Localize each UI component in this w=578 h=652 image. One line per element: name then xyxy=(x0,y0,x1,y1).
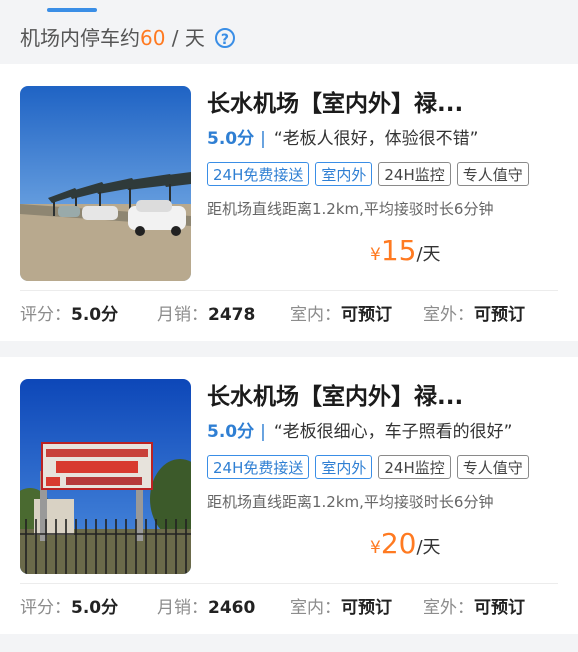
stat-indoor: 室内：可预订 xyxy=(290,300,392,330)
distance-info: 距机场直线距离1.2km,平均接驳时长6分钟 xyxy=(207,200,494,218)
divider xyxy=(20,583,558,584)
summary-amount: 60 xyxy=(140,26,166,50)
parking-listing-card[interactable]: 长水机场【室内外】禄... 5.0分 | “老板很细心，车子照看的很好” 24H免费… xyxy=(0,357,578,634)
rating-row: 5.0分 | “老板很细心，车子照看的很好” xyxy=(207,419,512,445)
stat-rating: 评分：5.0分 xyxy=(20,300,118,330)
summary-suffix: / 天 xyxy=(165,26,205,50)
stat-label: 室外： xyxy=(423,305,474,325)
stat-value: 5.0分 xyxy=(71,305,119,325)
stats-row: 评分：5.0分 月销：2478 室内：可预订 室外：可预订 xyxy=(20,300,558,330)
tag-free-shuttle: 24H免费接送 xyxy=(207,455,310,479)
stat-label: 评分： xyxy=(20,598,71,618)
stat-value: 可预订 xyxy=(341,305,392,325)
stat-monthly-sales: 月销：2478 xyxy=(157,300,255,330)
stat-label: 室外： xyxy=(423,598,474,618)
rating-row: 5.0分 | “老板人很好，体验很不错” xyxy=(207,126,478,152)
tag-attendant: 专人值守 xyxy=(456,455,529,479)
rating-score: 5.0分 xyxy=(207,422,255,442)
divider xyxy=(20,290,558,291)
rating-separator: | xyxy=(260,422,266,442)
tag-indoor-outdoor: 室内外 xyxy=(315,455,373,479)
stat-label: 室内： xyxy=(290,305,341,325)
rating-separator: | xyxy=(260,129,266,149)
rating-score: 5.0分 xyxy=(207,129,255,149)
price: ¥15/天 xyxy=(370,233,441,273)
stat-label: 室内： xyxy=(290,598,341,618)
price-amount: 15 xyxy=(380,234,417,267)
stat-rating: 评分：5.0分 xyxy=(20,593,118,623)
review-snippet: “老板很细心，车子照看的很好” xyxy=(273,422,513,442)
stats-row: 评分：5.0分 月销：2460 室内：可预订 室外：可预订 xyxy=(20,593,558,623)
feature-tags: 24H免费接送 室内外 24H监控 专人值守 xyxy=(207,455,529,479)
tag-free-shuttle: 24H免费接送 xyxy=(207,162,310,186)
review-snippet: “老板人很好，体验很不错” xyxy=(273,129,479,149)
top-bar: 机场内停车约60 / 天? xyxy=(0,0,578,64)
tag-attendant: 专人值守 xyxy=(456,162,529,186)
parking-price-summary: 机场内停车约60 / 天? xyxy=(20,24,235,52)
listing-photo[interactable] xyxy=(20,379,191,574)
stat-value: 2478 xyxy=(208,305,256,325)
listing-photo[interactable] xyxy=(20,86,191,281)
stat-indoor: 室内：可预订 xyxy=(290,593,392,623)
stat-outdoor: 室外：可预订 xyxy=(423,300,525,330)
stat-outdoor: 室外：可预订 xyxy=(423,593,525,623)
price-unit: /天 xyxy=(416,537,441,558)
info-icon[interactable]: ? xyxy=(214,28,235,48)
tag-monitoring: 24H监控 xyxy=(378,162,451,186)
feature-tags: 24H免费接送 室内外 24H监控 专人值守 xyxy=(207,162,529,186)
price: ¥20/天 xyxy=(370,526,441,566)
listing-title[interactable]: 长水机场【室内外】禄... xyxy=(207,88,567,120)
stat-label: 月销： xyxy=(157,305,208,325)
active-tab-indicator xyxy=(47,8,97,12)
stat-value: 2460 xyxy=(208,598,256,618)
listing-title[interactable]: 长水机场【室内外】禄... xyxy=(207,381,567,413)
distance-info: 距机场直线距离1.2km,平均接驳时长6分钟 xyxy=(207,493,494,511)
currency-symbol: ¥ xyxy=(370,245,381,265)
tag-indoor-outdoor: 室内外 xyxy=(315,162,373,186)
parking-listing-card[interactable]: 长水机场【室内外】禄... 5.0分 | “老板人很好，体验很不错” 24H免费接送… xyxy=(0,64,578,341)
price-unit: /天 xyxy=(416,244,441,265)
price-amount: 20 xyxy=(380,527,417,560)
stat-monthly-sales: 月销：2460 xyxy=(157,593,255,623)
stat-value: 可预订 xyxy=(474,598,525,618)
stat-value: 可预订 xyxy=(474,305,525,325)
stat-label: 评分： xyxy=(20,305,71,325)
stat-value: 可预订 xyxy=(341,598,392,618)
stat-label: 月销： xyxy=(157,598,208,618)
summary-prefix: 机场内停车约 xyxy=(20,26,140,50)
stat-value: 5.0分 xyxy=(71,598,119,618)
tag-monitoring: 24H监控 xyxy=(378,455,451,479)
currency-symbol: ¥ xyxy=(370,538,381,558)
